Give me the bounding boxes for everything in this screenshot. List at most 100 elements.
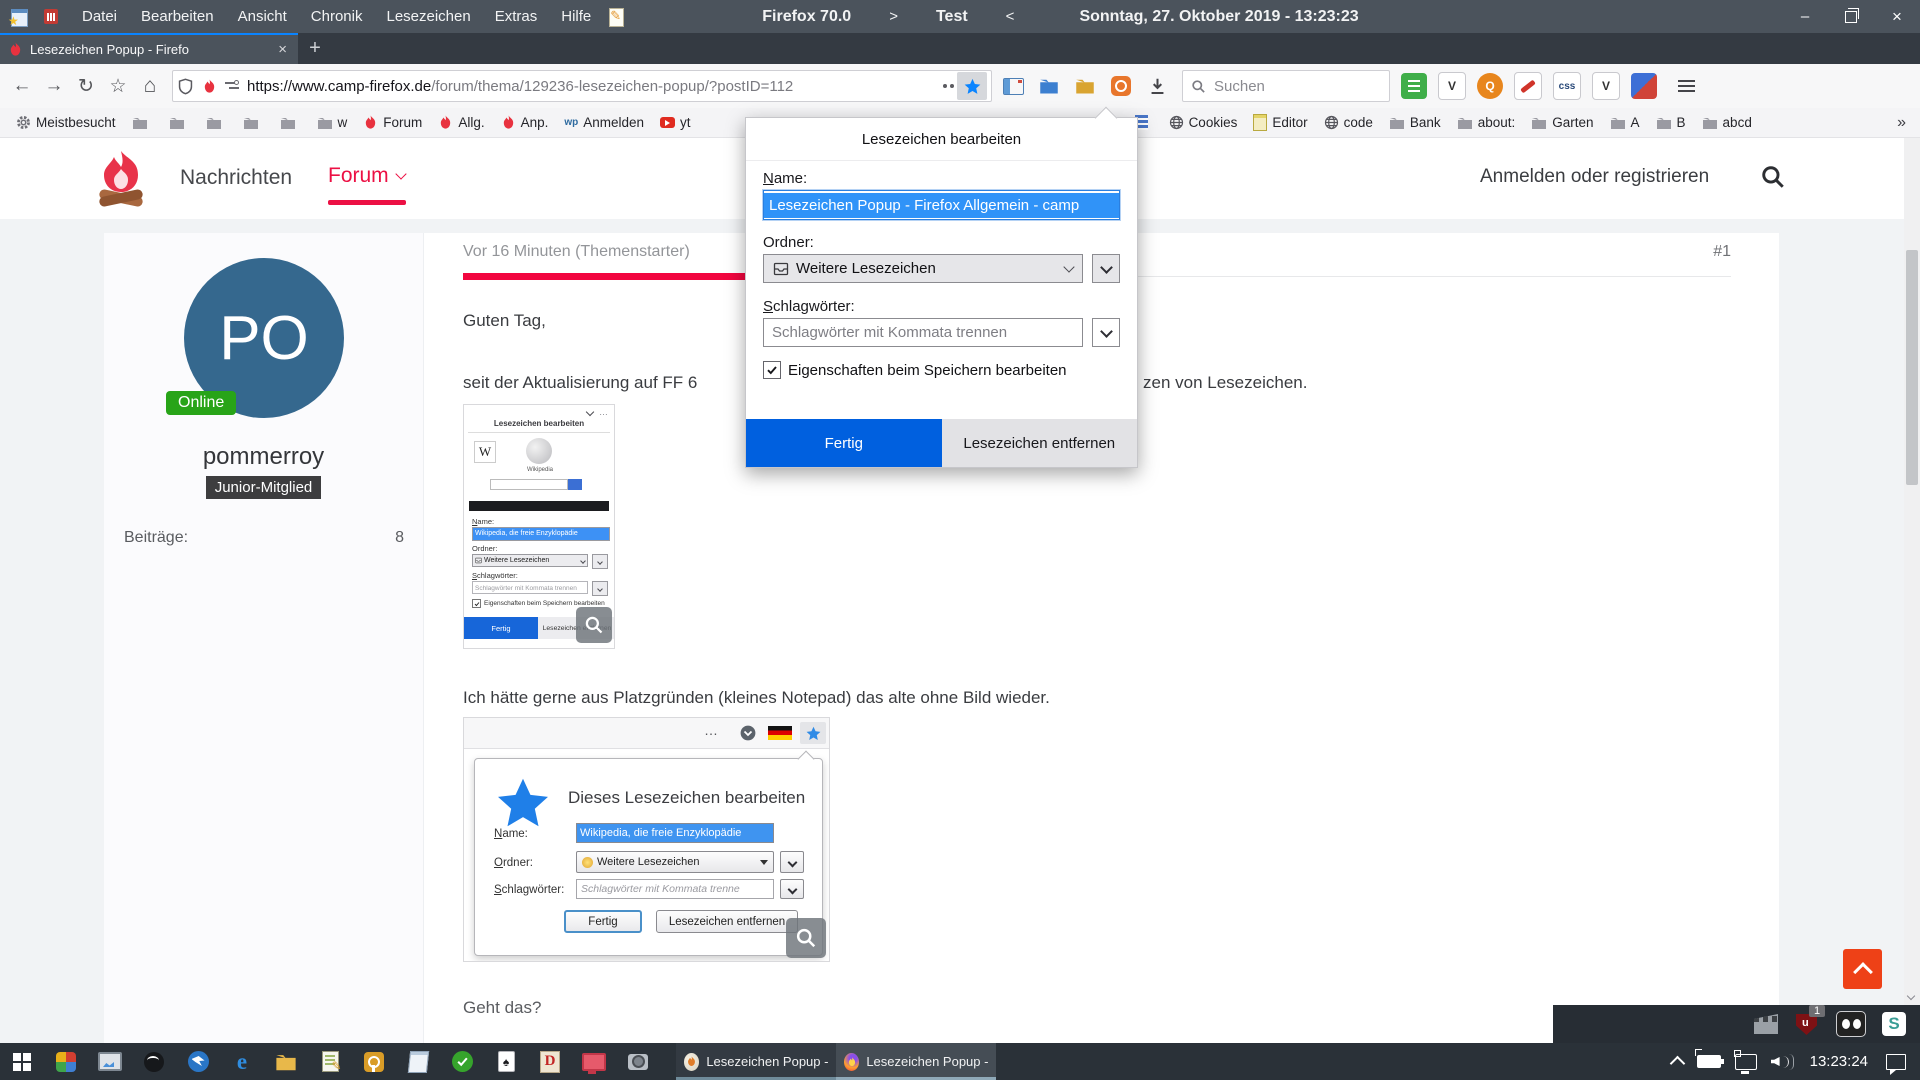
menu-bearbeiten[interactable]: Bearbeiten xyxy=(129,8,226,25)
extension-q-icon[interactable]: Q xyxy=(1477,73,1503,99)
scroll-to-top-button[interactable] xyxy=(1843,949,1882,989)
search-bar[interactable]: Suchen xyxy=(1182,70,1390,102)
taskbar-clock[interactable]: 13:23:24 xyxy=(1810,1053,1868,1070)
bookmark-editor[interactable]: Editor xyxy=(1245,111,1315,135)
bookmark-folder-bank[interactable]: Bank xyxy=(1381,111,1449,135)
bookmark-folder-garten[interactable]: Garten xyxy=(1523,111,1601,135)
bookmark-folder-w[interactable]: w xyxy=(309,111,356,135)
tracking-protection-shield-icon[interactable] xyxy=(177,78,194,95)
speaker-icon[interactable] xyxy=(1771,1054,1794,1070)
extension-green-icon[interactable] xyxy=(1401,73,1427,99)
bookmark-cookies[interactable]: Cookies xyxy=(1161,111,1246,135)
tab-active[interactable]: Lesezeichen Popup - Firefo × xyxy=(0,33,298,64)
sidebar-toggle-icon[interactable] xyxy=(998,71,1028,101)
scrollbar-down-arrow-icon[interactable] xyxy=(1907,992,1915,1000)
bookmarks-overflow-chevron[interactable]: » xyxy=(1897,114,1920,132)
tray-chevron-up-icon[interactable] xyxy=(1672,1054,1683,1069)
eyes-icon[interactable] xyxy=(1836,1011,1866,1037)
battery-icon[interactable] xyxy=(1697,1055,1721,1068)
quicklaunch-red-grid-icon[interactable] xyxy=(42,7,62,27)
quicklaunch-window-star-icon[interactable]: ★ xyxy=(10,7,30,27)
minimize-button[interactable]: – xyxy=(1782,0,1828,33)
enlarge-overlay-button[interactable] xyxy=(576,607,612,643)
keepass-icon[interactable] xyxy=(352,1043,396,1080)
bookmark-folder[interactable] xyxy=(161,111,198,135)
solitaire-icon[interactable]: ♠ xyxy=(484,1043,528,1080)
start-button[interactable] xyxy=(0,1043,44,1080)
name-input[interactable]: Lesezeichen Popup - Firefox Allgemein - … xyxy=(763,190,1120,220)
taskbar-colorcube-icon[interactable] xyxy=(44,1043,88,1080)
vnc-monitor-icon[interactable] xyxy=(572,1043,616,1080)
back-button[interactable]: ← xyxy=(6,71,38,101)
orange-extension-icon[interactable] xyxy=(1106,71,1136,101)
permissions-icon[interactable] xyxy=(225,79,239,93)
login-link[interactable]: Anmelden oder registrieren xyxy=(1480,166,1709,188)
ublock-shield-icon[interactable]: u 1 xyxy=(1794,1011,1820,1037)
extension-v2-icon[interactable]: V xyxy=(1592,72,1620,100)
enlarge-overlay-button[interactable] xyxy=(786,918,826,958)
bookmark-anmelden[interactable]: wp Anmelden xyxy=(556,111,652,135)
site-identity-flame-icon[interactable] xyxy=(202,79,217,94)
close-button[interactable]: × xyxy=(1874,0,1920,33)
tablet-notes-icon[interactable] xyxy=(396,1043,440,1080)
tags-input[interactable]: Schlagwörter mit Kommata trennen xyxy=(763,318,1083,347)
menu-ansicht[interactable]: Ansicht xyxy=(226,8,299,25)
bookmark-forum[interactable]: Forum xyxy=(355,111,430,135)
file-explorer-icon[interactable] xyxy=(264,1043,308,1080)
dictionary-d-icon[interactable]: D xyxy=(528,1043,572,1080)
hamburger-menu-icon[interactable] xyxy=(1671,71,1701,101)
reload-button[interactable]: ↻ xyxy=(70,71,102,101)
thunderbird-icon[interactable] xyxy=(176,1043,220,1080)
checkbox-checked[interactable] xyxy=(763,361,781,379)
site-search-icon[interactable] xyxy=(1760,164,1786,190)
bookmark-anp[interactable]: Anp. xyxy=(493,111,557,135)
post-number[interactable]: #1 xyxy=(1713,243,1731,261)
bookmark-folder[interactable] xyxy=(124,111,161,135)
menu-lesezeichen[interactable]: Lesezeichen xyxy=(374,8,482,25)
antivirus-check-icon[interactable] xyxy=(440,1043,484,1080)
page-scrollbar[interactable] xyxy=(1904,138,1920,1005)
extension-css-icon[interactable]: css xyxy=(1553,72,1581,100)
bookmark-folder-b[interactable]: B xyxy=(1648,111,1694,135)
page-actions-icon[interactable] xyxy=(943,84,947,88)
bookmark-meistbesucht[interactable]: Meistbesucht xyxy=(8,111,124,135)
bookmark-folder[interactable] xyxy=(235,111,272,135)
note-pencil-icon[interactable]: ✎ xyxy=(607,7,627,27)
bookmark-code[interactable]: code xyxy=(1316,111,1381,135)
taskbar-dark-sphere-icon[interactable] xyxy=(132,1043,176,1080)
sitenav-forum[interactable]: Forum xyxy=(328,164,405,188)
taskbar-monitor-app-icon[interactable] xyxy=(88,1043,132,1080)
tab-close-icon[interactable]: × xyxy=(275,41,290,58)
bookmarks-folder-icon[interactable] xyxy=(1070,71,1100,101)
bookmark-folder-about[interactable]: about: xyxy=(1449,111,1524,135)
tags-expand-button[interactable] xyxy=(1092,318,1120,347)
scrollbar-thumb[interactable] xyxy=(1906,250,1918,485)
menu-extras[interactable]: Extras xyxy=(483,8,550,25)
url-bar[interactable]: https://www.camp-firefox.de/forum/thema/… xyxy=(172,70,992,102)
bookmark-folder-a[interactable]: A xyxy=(1602,111,1648,135)
home-button[interactable]: ⌂ xyxy=(134,71,166,101)
forward-button[interactable]: → xyxy=(38,71,70,101)
extension-brush-icon[interactable] xyxy=(1514,72,1542,100)
action-center-icon[interactable] xyxy=(1886,1054,1906,1070)
sharex-icon[interactable]: S xyxy=(1882,1012,1906,1036)
attachment-thumbnail-1[interactable]: … Lesezeichen bearbeiten W Wikipedia Nam… xyxy=(463,404,615,649)
notepad-pencil-icon[interactable]: ✎ xyxy=(308,1043,352,1080)
network-icon[interactable] xyxy=(1735,1054,1757,1070)
restore-button[interactable] xyxy=(1828,0,1874,33)
bookmark-folder-abcd[interactable]: abcd xyxy=(1694,111,1760,135)
bookmark-allg[interactable]: Allg. xyxy=(430,111,492,135)
menu-datei[interactable]: Datei xyxy=(70,8,129,25)
bookmark-yt[interactable]: yt xyxy=(652,111,699,135)
camera-lens-icon[interactable] xyxy=(616,1043,660,1080)
author-name[interactable]: pommerroy xyxy=(104,443,423,471)
camp-firefox-logo[interactable] xyxy=(95,149,147,211)
extension-v1-icon[interactable]: V xyxy=(1438,72,1466,100)
folder-expand-button[interactable] xyxy=(1092,254,1120,283)
downloads-icon[interactable] xyxy=(1142,71,1172,101)
bookmark-folder[interactable] xyxy=(198,111,235,135)
sitenav-nachrichten[interactable]: Nachrichten xyxy=(180,166,292,190)
attachment-thumbnail-2[interactable]: … Dieses Lesezeichen bearbeiten Name: Wi… xyxy=(463,717,830,962)
bookmarked-star-button[interactable] xyxy=(957,72,987,100)
bookmark-star-button[interactable]: ☆ xyxy=(102,71,134,101)
